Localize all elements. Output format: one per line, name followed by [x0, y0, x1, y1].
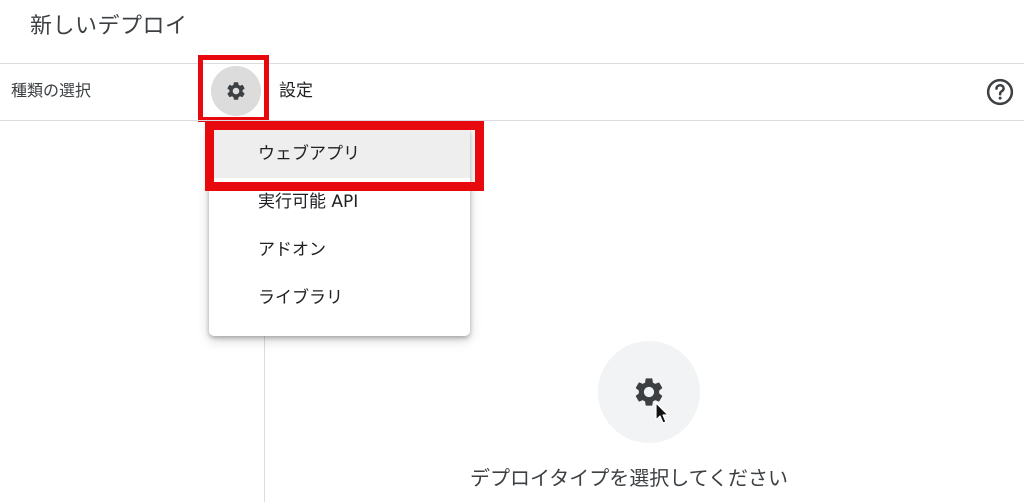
type-select-label: 種類の選択	[11, 81, 92, 100]
web-app-highlight-box	[205, 121, 484, 191]
gear-highlight-box	[198, 55, 269, 122]
settings-label: 設定	[279, 81, 313, 101]
mouse-cursor-icon	[655, 402, 669, 424]
header-divider	[0, 63, 1024, 64]
new-deployment-dialog: 新しいデプロイ 種類の選択 設定 デプロイタイプを選択してください ウェブアプリ…	[0, 0, 1024, 502]
empty-state-gear	[598, 341, 700, 443]
toolbar-divider	[0, 120, 1024, 121]
empty-state-message: デプロイタイプを選択してください	[470, 466, 788, 490]
dialog-title: 新しいデプロイ	[30, 14, 188, 39]
help-circle-icon[interactable]	[985, 77, 1015, 107]
menu-item-add-on[interactable]: アドオン	[209, 226, 470, 274]
menu-item-library[interactable]: ライブラリ	[209, 274, 470, 322]
